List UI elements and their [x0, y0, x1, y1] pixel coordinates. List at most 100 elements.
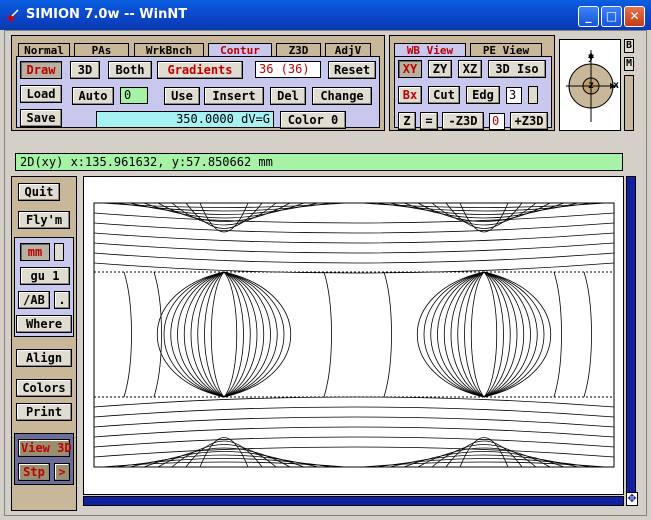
tab-normal[interactable]: Normal [18, 43, 70, 57]
contour-line [483, 271, 498, 398]
contour-line [361, 461, 607, 468]
gu-button[interactable]: gu 1 [20, 267, 70, 285]
close-icon: ✕ [629, 9, 640, 23]
gradients-button[interactable]: Gradients [157, 61, 243, 79]
contour-line [583, 271, 592, 398]
edg-stepper[interactable] [528, 86, 538, 104]
close-button[interactable]: ✕ [624, 6, 645, 27]
zy-view-button[interactable]: ZY [428, 60, 452, 78]
dot-button[interactable]: . [54, 291, 70, 309]
tab-wrkbnch[interactable]: WrkBnch [134, 43, 204, 57]
horizontal-scrollbar[interactable] [83, 496, 624, 506]
both-button[interactable]: Both [108, 61, 152, 79]
colors-button[interactable]: Colors [16, 379, 72, 397]
tab-pas[interactable]: PAs [74, 43, 129, 57]
flym-button[interactable]: Fly'm [18, 211, 70, 229]
orientation-gizmo[interactable]: y x z [559, 39, 621, 131]
contour-line [389, 454, 579, 468]
contour-line [153, 271, 162, 398]
axis-x-label: x [613, 80, 620, 91]
equals-button[interactable]: = [420, 112, 438, 130]
tab-wb-view[interactable]: WB View [394, 43, 466, 57]
m-toggle[interactable]: M [624, 57, 634, 71]
xy-view-button[interactable]: XY [398, 60, 422, 78]
maximize-icon: □ [605, 9, 618, 23]
app-icon [8, 9, 19, 21]
contour-line [93, 416, 615, 428]
contour-line [123, 271, 132, 398]
ab-button[interactable]: /AB [18, 291, 50, 309]
save-button[interactable]: Save [20, 109, 62, 127]
coordinate-status: 2D(xy) x:135.961632, y:57.850662 mm [15, 153, 623, 171]
contour-line [93, 242, 615, 254]
contour-line [210, 271, 225, 398]
use-button[interactable]: Use [164, 87, 200, 105]
auto-button[interactable]: Auto [72, 87, 114, 105]
edg-button[interactable]: Edg [466, 86, 500, 104]
minimize-button[interactable]: _ [578, 6, 599, 27]
vertical-scrollbar[interactable] [626, 176, 636, 506]
3d-button[interactable]: 3D [70, 61, 100, 79]
contour-line [470, 271, 485, 398]
contour-value-field[interactable]: 350.0000 dV=G [96, 111, 274, 128]
load-button[interactable]: Load [20, 85, 62, 103]
maximize-button[interactable]: □ [601, 6, 622, 27]
contour-line [93, 436, 615, 448]
contour-line [101, 461, 347, 468]
window-title: SIMION 7.0w -- WinNT [26, 7, 188, 22]
cut-button[interactable]: Cut [428, 86, 460, 104]
where-button[interactable]: Where [16, 315, 72, 333]
view3d-button[interactable]: View 3D [18, 439, 72, 457]
title-bar[interactable]: SIMION 7.0w -- WinNT _ □ ✕ [0, 0, 651, 30]
contour-line [93, 446, 615, 458]
simion-window: SIMION 7.0w -- WinNT _ □ ✕ Normal PAs Wr… [0, 0, 651, 520]
contour-index-field[interactable]: 0 [120, 87, 148, 104]
contour-frame: Normal PAs WrkBnch Contur Z3D AdjV Draw … [11, 35, 385, 131]
tab-z3d[interactable]: Z3D [276, 43, 321, 57]
units-toggle[interactable] [54, 243, 64, 261]
draw-button[interactable]: Draw [20, 61, 62, 79]
print-button[interactable]: Print [16, 403, 72, 421]
change-button[interactable]: Change [312, 87, 372, 105]
client-area: Normal PAs WrkBnch Contur Z3D AdjV Draw … [4, 30, 647, 516]
edg-value-field[interactable]: 3 [506, 87, 522, 104]
contour-line [361, 202, 607, 208]
contour-line [93, 252, 615, 264]
contour-line [383, 271, 392, 398]
step-arrow-button[interactable]: > [54, 463, 70, 481]
tab-adjv[interactable]: AdjV [325, 43, 371, 57]
side-scroll[interactable] [624, 75, 634, 131]
contour-line [93, 426, 615, 438]
view-frame: WB View PE View XY ZY XZ 3D Iso Bx Cut E… [389, 35, 555, 131]
contour-plot[interactable] [84, 177, 623, 494]
3d-iso-button[interactable]: 3D Iso [488, 60, 546, 78]
quit-button[interactable]: Quit [18, 183, 60, 201]
left-tool-frame: Quit Fly'm mm gu 1 /AB . Where Align Col… [11, 176, 77, 511]
pan-icon[interactable]: ✥ [626, 492, 638, 506]
tab-contur[interactable]: Contur [208, 43, 272, 57]
stp-button[interactable]: Stp [18, 463, 50, 481]
potential-array-canvas[interactable] [83, 176, 624, 495]
xz-view-button[interactable]: XZ [458, 60, 482, 78]
color-button[interactable]: Color 0 [280, 111, 346, 129]
del-button[interactable]: Del [270, 87, 306, 105]
minus-z3d-button[interactable]: -Z3D [442, 112, 484, 130]
mm-units-button[interactable]: mm [20, 243, 50, 261]
contour-line [129, 202, 319, 215]
contour-line [323, 271, 332, 398]
z-button[interactable]: Z [398, 112, 416, 130]
insert-button[interactable]: Insert [204, 87, 264, 105]
b-toggle[interactable]: B [624, 39, 634, 53]
reset-button[interactable]: Reset [328, 61, 376, 79]
tab-pe-view[interactable]: PE View [470, 43, 542, 57]
plus-z3d-button[interactable]: +Z3D [510, 112, 548, 130]
contour-line [101, 202, 347, 208]
contour-line [129, 454, 319, 468]
axis-y-label: y [588, 52, 595, 63]
axis-z-label: z [588, 80, 595, 91]
z3d-value-field[interactable]: 0 [489, 113, 505, 130]
align-button[interactable]: Align [16, 349, 72, 367]
contour-line [93, 406, 615, 418]
contour-line [223, 271, 238, 398]
bx-button[interactable]: Bx [398, 86, 422, 104]
